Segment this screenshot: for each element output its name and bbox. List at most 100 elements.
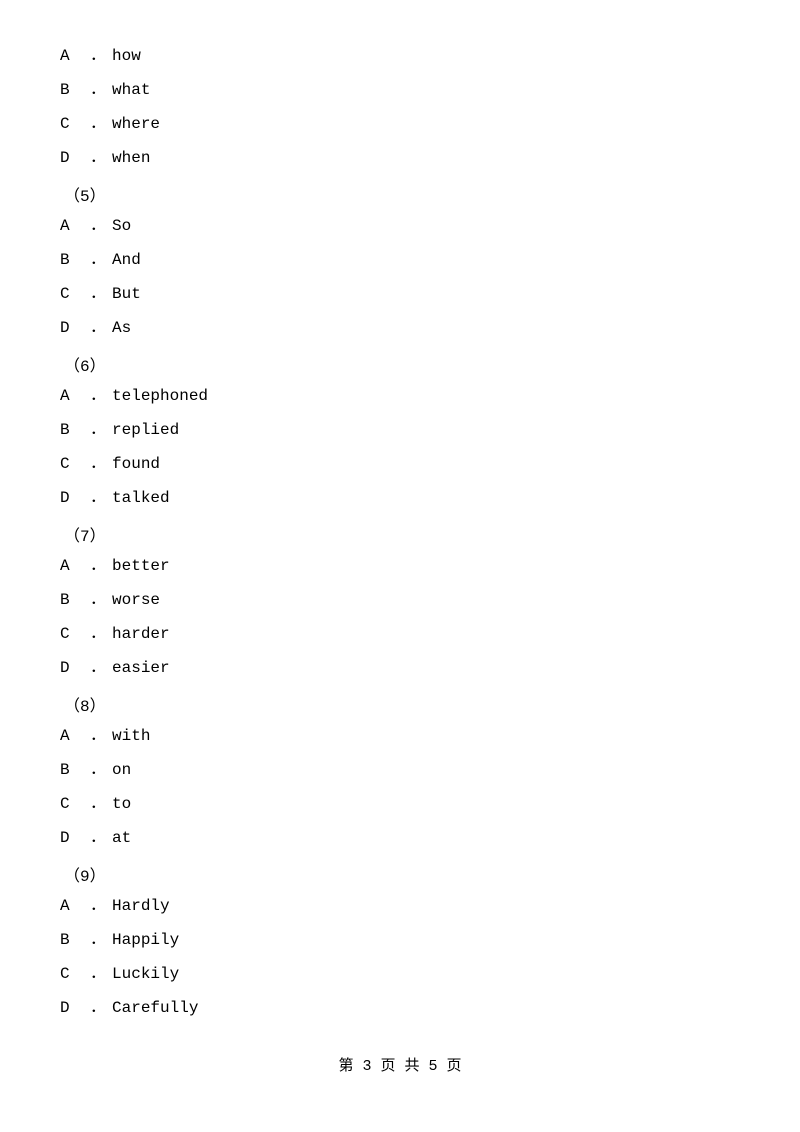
page-footer: 第 3 页 共 5 页 <box>60 1054 740 1075</box>
section-number-3: （7） <box>60 522 740 546</box>
option-label: B <box>60 924 90 956</box>
option-text: what <box>112 74 150 106</box>
option-text: at <box>112 822 131 854</box>
option-text: Happily <box>112 924 179 956</box>
option-dot: ． <box>90 210 106 242</box>
option-text: better <box>112 550 170 582</box>
option-label: D <box>60 482 90 514</box>
option-label: D <box>60 142 90 174</box>
option-label: D <box>60 312 90 344</box>
option-text: And <box>112 244 141 276</box>
option-4-3: D．at <box>60 822 740 854</box>
option-dot: ． <box>90 584 106 616</box>
option-text: So <box>112 210 131 242</box>
content-area: A．howB．whatC．whereD．when（5）A．SoB．AndC．Bu… <box>60 40 740 1075</box>
option-text: Luckily <box>112 958 179 990</box>
option-text: Carefully <box>112 992 198 1024</box>
option-text: when <box>112 142 150 174</box>
option-text: with <box>112 720 150 752</box>
option-5-0: A．Hardly <box>60 890 740 922</box>
option-text: Hardly <box>112 890 170 922</box>
option-dot: ． <box>90 550 106 582</box>
section-number-2: （6） <box>60 352 740 376</box>
option-dot: ． <box>90 482 106 514</box>
option-dot: ． <box>90 992 106 1024</box>
option-label: D <box>60 822 90 854</box>
option-text: But <box>112 278 141 310</box>
option-4-2: C．to <box>60 788 740 820</box>
option-text: replied <box>112 414 179 446</box>
option-text: found <box>112 448 160 480</box>
option-text: As <box>112 312 131 344</box>
option-text: harder <box>112 618 170 650</box>
option-text: easier <box>112 652 170 684</box>
option-2-3: D．talked <box>60 482 740 514</box>
option-label: A <box>60 720 90 752</box>
option-label: C <box>60 278 90 310</box>
option-label: A <box>60 210 90 242</box>
option-dot: ． <box>90 754 106 786</box>
option-dot: ． <box>90 244 106 276</box>
option-dot: ． <box>90 890 106 922</box>
option-dot: ． <box>90 720 106 752</box>
option-label: A <box>60 550 90 582</box>
option-dot: ． <box>90 40 106 72</box>
option-2-1: B．replied <box>60 414 740 446</box>
option-4-1: B．on <box>60 754 740 786</box>
option-text: to <box>112 788 131 820</box>
option-1-2: C．But <box>60 278 740 310</box>
option-label: B <box>60 244 90 276</box>
option-text: telephoned <box>112 380 208 412</box>
section-number-1: （5） <box>60 182 740 206</box>
option-1-0: A．So <box>60 210 740 242</box>
option-5-2: C．Luckily <box>60 958 740 990</box>
option-label: D <box>60 992 90 1024</box>
option-2-2: C．found <box>60 448 740 480</box>
option-dot: ． <box>90 618 106 650</box>
option-label: C <box>60 618 90 650</box>
option-0-0: A．how <box>60 40 740 72</box>
option-label: B <box>60 74 90 106</box>
option-dot: ． <box>90 924 106 956</box>
option-label: A <box>60 40 90 72</box>
option-dot: ． <box>90 822 106 854</box>
option-0-2: C．where <box>60 108 740 140</box>
option-label: B <box>60 414 90 446</box>
option-dot: ． <box>90 652 106 684</box>
option-dot: ． <box>90 108 106 140</box>
option-label: C <box>60 108 90 140</box>
option-dot: ． <box>90 788 106 820</box>
option-text: talked <box>112 482 170 514</box>
option-1-1: B．And <box>60 244 740 276</box>
option-label: C <box>60 448 90 480</box>
section-number-5: （9） <box>60 862 740 886</box>
option-3-2: C．harder <box>60 618 740 650</box>
option-dot: ． <box>90 278 106 310</box>
option-label: C <box>60 958 90 990</box>
option-dot: ． <box>90 312 106 344</box>
option-text: on <box>112 754 131 786</box>
option-label: C <box>60 788 90 820</box>
option-label: B <box>60 754 90 786</box>
option-5-1: B．Happily <box>60 924 740 956</box>
option-label: B <box>60 584 90 616</box>
option-text: where <box>112 108 160 140</box>
option-dot: ． <box>90 958 106 990</box>
option-2-0: A．telephoned <box>60 380 740 412</box>
option-dot: ． <box>90 380 106 412</box>
option-dot: ． <box>90 414 106 446</box>
option-text: how <box>112 40 141 72</box>
option-text: worse <box>112 584 160 616</box>
option-4-0: A．with <box>60 720 740 752</box>
option-label: A <box>60 890 90 922</box>
option-3-0: A．better <box>60 550 740 582</box>
option-dot: ． <box>90 74 106 106</box>
option-label: A <box>60 380 90 412</box>
option-5-3: D．Carefully <box>60 992 740 1024</box>
section-number-4: （8） <box>60 692 740 716</box>
option-label: D <box>60 652 90 684</box>
option-3-1: B．worse <box>60 584 740 616</box>
option-0-1: B．what <box>60 74 740 106</box>
option-0-3: D．when <box>60 142 740 174</box>
option-3-3: D．easier <box>60 652 740 684</box>
